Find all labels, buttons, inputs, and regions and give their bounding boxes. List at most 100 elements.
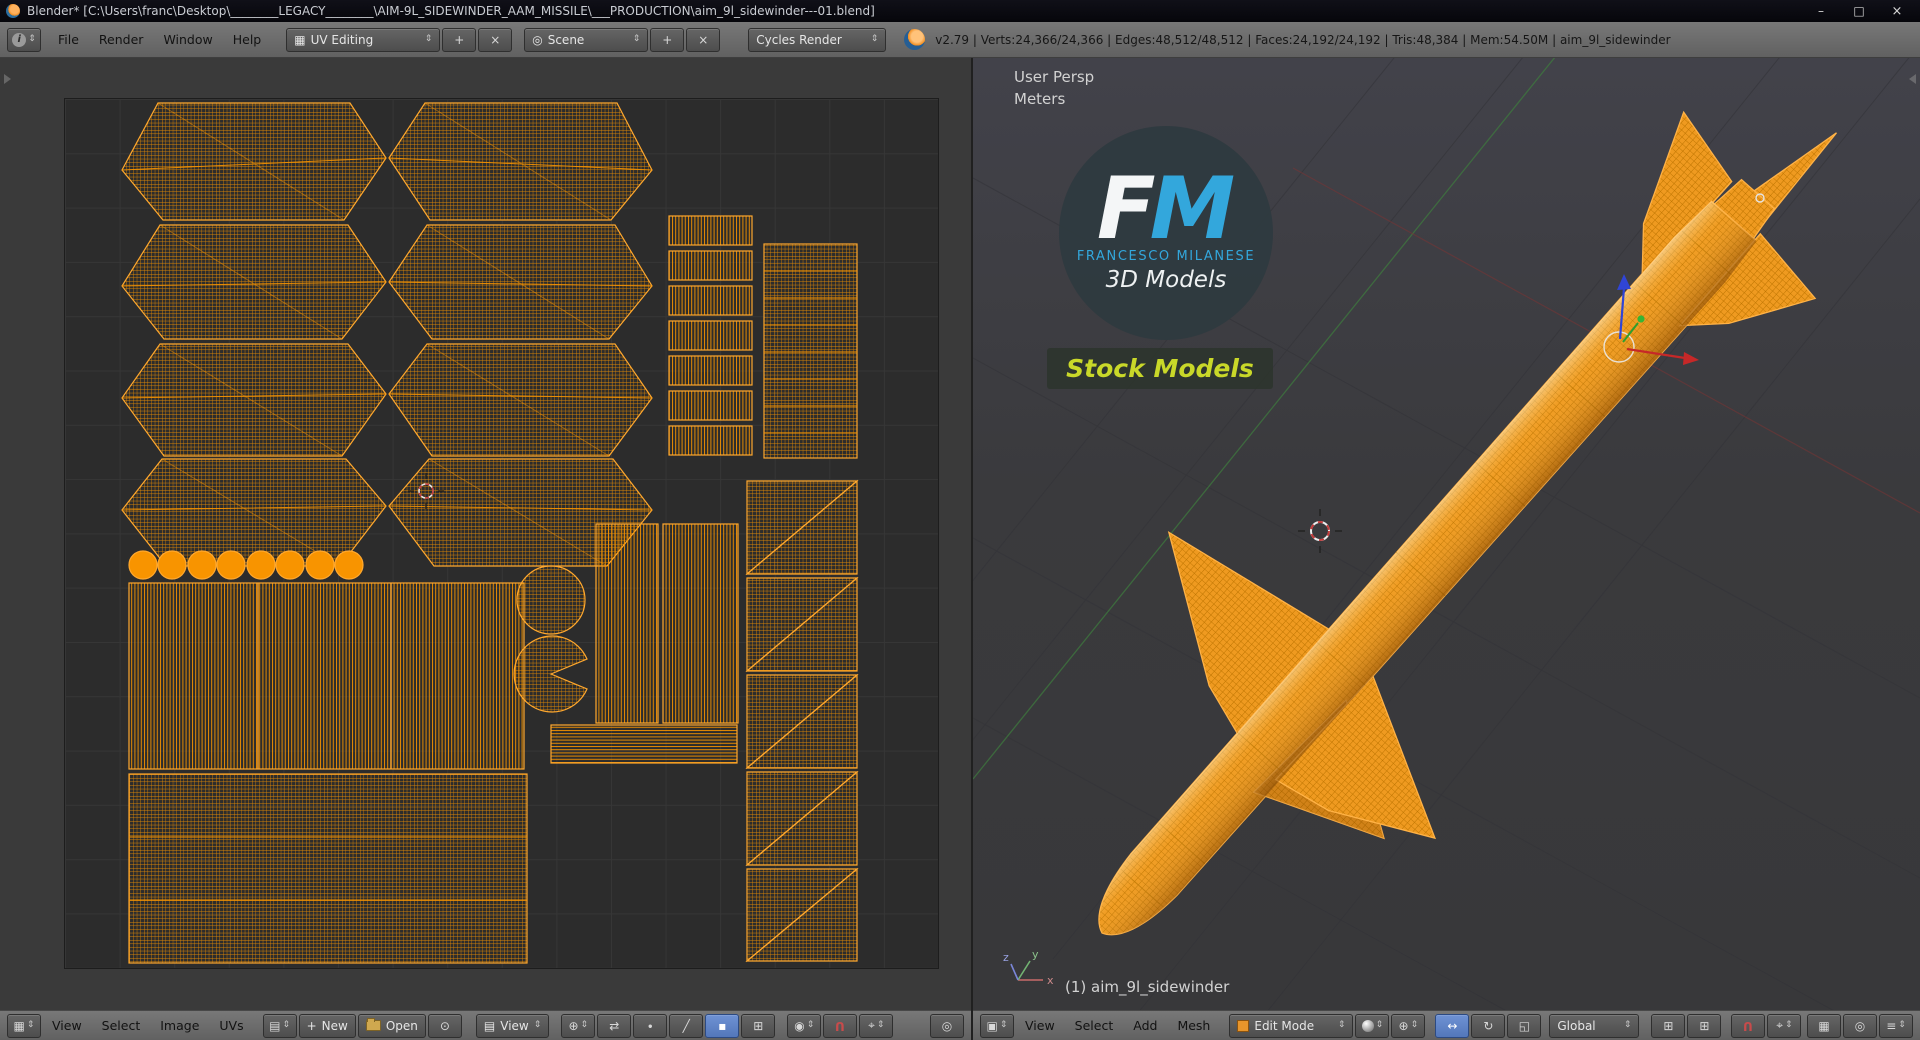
scene-delete-button[interactable]: ×: [686, 27, 721, 52]
chevron-updown-icon: ⇕: [580, 1020, 589, 1030]
fm-logo: F M FRANCESCO MILANESE 3D Models: [1059, 126, 1273, 340]
opengl-render-button[interactable]: ▦: [1807, 1013, 1841, 1038]
uv-island-rect[interactable]: [662, 523, 739, 724]
uv-draw-mode-selector[interactable]: ▤ View ⇕: [475, 1013, 550, 1038]
uv-sync-selection-toggle[interactable]: ⇄: [597, 1013, 632, 1038]
layout-icon: ▦: [294, 32, 306, 47]
snap-target-selector-uv[interactable]: ⌖ ⇕: [859, 1013, 894, 1038]
uv-select-edge-button[interactable]: ╱: [669, 1013, 704, 1038]
manipulator-translate-toggle[interactable]: ↔: [1435, 1013, 1470, 1038]
scene-selector[interactable]: ◎ Scene ⇕: [524, 27, 649, 52]
uv-island-triangles[interactable]: [745, 479, 859, 963]
snap-target-icon: ⌖: [868, 1018, 875, 1032]
lock-to-scene-toggle[interactable]: ⊞: [1687, 1013, 1722, 1038]
minimize-button[interactable]: –: [1804, 2, 1838, 20]
chevron-updown-icon: ⇕: [632, 34, 641, 44]
scene-statistics: v2.79 | Verts:24,366/24,366 | Edges:48,5…: [935, 32, 1671, 47]
pin-button[interactable]: ⊙: [427, 1013, 462, 1038]
screen-layout-selector[interactable]: ▦ UV Editing ⇕: [286, 27, 441, 52]
image-editor-icon: ▦: [13, 1018, 25, 1033]
uv-island-body-block[interactable]: [128, 582, 525, 770]
v3d-menu-select[interactable]: Select: [1066, 1018, 1123, 1033]
manipulator-x-head[interactable]: [1683, 352, 1699, 365]
uv-menu-select[interactable]: Select: [93, 1018, 150, 1033]
uv-island-rect[interactable]: [550, 724, 738, 764]
manipulator-rotate-toggle[interactable]: ↻: [1471, 1013, 1506, 1038]
uv-island-pacman[interactable]: [513, 635, 588, 713]
layout-add-button[interactable]: +: [442, 27, 477, 52]
uv-islands-layer[interactable]: [0, 58, 971, 1010]
new-image-button[interactable]: + New: [298, 1013, 356, 1038]
chevron-updown-icon: ⇕: [424, 34, 433, 44]
uv-island-disc[interactable]: [516, 565, 586, 635]
maximize-button[interactable]: □: [1842, 2, 1876, 20]
uv-islands[interactable]: [121, 102, 859, 964]
render-slot-button[interactable]: ◎: [930, 1013, 964, 1038]
close-button[interactable]: ×: [1880, 2, 1914, 20]
transform-orientation-selector[interactable]: Global ⇕: [1549, 1013, 1640, 1038]
v3d-menu-add[interactable]: Add: [1124, 1018, 1166, 1033]
menu-render[interactable]: Render: [90, 32, 153, 47]
v3d-menu-view[interactable]: View: [1016, 1018, 1064, 1033]
mini-axis-gizmo: x y z: [1003, 948, 1054, 987]
pivot-selector-uv[interactable]: ⊕ ⇕: [561, 1013, 596, 1038]
editor-type-selector-uv[interactable]: ▦ ⇕: [7, 1013, 41, 1038]
scene-icon: ◎: [532, 32, 543, 47]
v3d-menu-mesh[interactable]: Mesh: [1168, 1018, 1219, 1033]
drawtype-icon: ≡: [1886, 1018, 1897, 1033]
editor-type-selector-3d[interactable]: ▣ ⇕: [980, 1013, 1014, 1038]
layout-delete-button[interactable]: ×: [478, 27, 513, 52]
manipulator-y-head[interactable]: [1637, 315, 1645, 323]
view3d-header: ▣ ⇕ View Select Add Mesh Edit Mode ⇕ ⇕ ⊕…: [973, 1010, 1920, 1040]
magnet-icon: U: [835, 1018, 846, 1033]
proportional-icon: ◉: [794, 1018, 805, 1033]
uv-menu-uvs[interactable]: UVs: [210, 1018, 252, 1033]
opengl-render-anim-button[interactable]: ◎: [1843, 1013, 1877, 1038]
uv-menu-image[interactable]: Image: [151, 1018, 208, 1033]
menu-file[interactable]: File: [49, 32, 88, 47]
window-title: Blender* [C:\Users\franc\Desktop\_______…: [27, 4, 875, 18]
chevron-updown-icon: ⇕: [1375, 1020, 1384, 1030]
blender-app-icon: [6, 4, 20, 18]
uv-island-strip-stack[interactable]: [668, 215, 858, 459]
scene-value: Scene: [547, 32, 585, 47]
editor-type-selector-info[interactable]: i ⇕: [7, 27, 41, 52]
uv-menu-view[interactable]: View: [43, 1018, 91, 1033]
uv-image-editor[interactable]: [0, 58, 971, 1010]
uv-select-face-button[interactable]: ▪: [705, 1013, 740, 1038]
manipulator-z-head[interactable]: [1617, 274, 1631, 290]
menu-help[interactable]: Help: [224, 32, 271, 47]
fm-logo-name: FRANCESCO MILANESE: [1076, 248, 1256, 264]
snap-toggle-uv[interactable]: U: [823, 1013, 858, 1038]
open-image-button[interactable]: Open: [357, 1013, 426, 1038]
pivot-center-selector[interactable]: ⊕ ⇕: [1391, 1013, 1426, 1038]
uv-island-body-block[interactable]: [128, 773, 528, 964]
uv-island-rect[interactable]: [595, 523, 659, 724]
region-corner-arrow-icon[interactable]: [1909, 74, 1916, 84]
layers-widget[interactable]: ⊞: [1651, 1013, 1686, 1038]
fm-logo-m: M: [1149, 159, 1236, 260]
title-bar: Blender* [C:\Users\franc\Desktop\_______…: [0, 0, 1920, 22]
mode-selector[interactable]: Edit Mode ⇕: [1229, 1013, 1354, 1038]
browse-image-button[interactable]: ▤ ⇕: [262, 1013, 297, 1038]
viewport-persp-label: User Persp: [1014, 68, 1095, 86]
scene-add-button[interactable]: +: [650, 27, 685, 52]
menu-window[interactable]: Window: [154, 32, 221, 47]
render-engine-selector[interactable]: Cycles Render ⇕: [748, 27, 887, 52]
manipulator-scale-toggle[interactable]: ◱: [1507, 1013, 1542, 1038]
viewport-units-label: Meters: [1014, 90, 1066, 108]
uv-select-island-button[interactable]: ⊞: [741, 1013, 776, 1038]
viewport-shading-selector[interactable]: ⇕: [1355, 1013, 1390, 1038]
snap-element-selector[interactable]: ⌖ ⇕: [1767, 1013, 1802, 1038]
axis-z-label: z: [1003, 951, 1009, 964]
chevron-updown-icon: ⇕: [806, 1020, 815, 1030]
drawtype-extra-selector[interactable]: ≡ ⇕: [1879, 1013, 1913, 1038]
viewport-3d[interactable]: x y z User Persp Meters (1) aim_9l_sidew…: [973, 58, 1920, 1010]
cursor-3d[interactable]: [1298, 509, 1342, 553]
snap-toggle-3d[interactable]: U: [1731, 1013, 1766, 1038]
proportional-edit-selector[interactable]: ◉ ⇕: [787, 1013, 822, 1038]
uv-island-fins[interactable]: [121, 102, 653, 567]
chevron-updown-icon: ⇕: [533, 1020, 542, 1030]
uv-select-vertex-button[interactable]: ∙: [633, 1013, 668, 1038]
magnet-icon: U: [1743, 1018, 1754, 1033]
